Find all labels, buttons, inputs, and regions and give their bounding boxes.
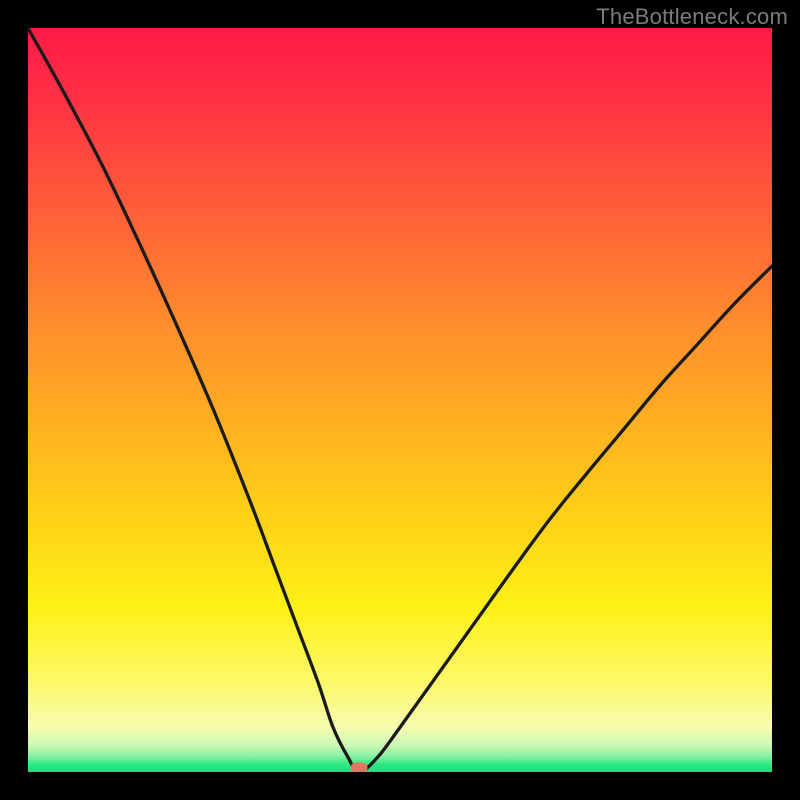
optimal-marker [351, 763, 368, 772]
watermark-text: TheBottleneck.com [596, 4, 788, 30]
bottleneck-curve [28, 28, 772, 772]
plot-area [28, 28, 772, 772]
chart-frame: TheBottleneck.com [0, 0, 800, 800]
